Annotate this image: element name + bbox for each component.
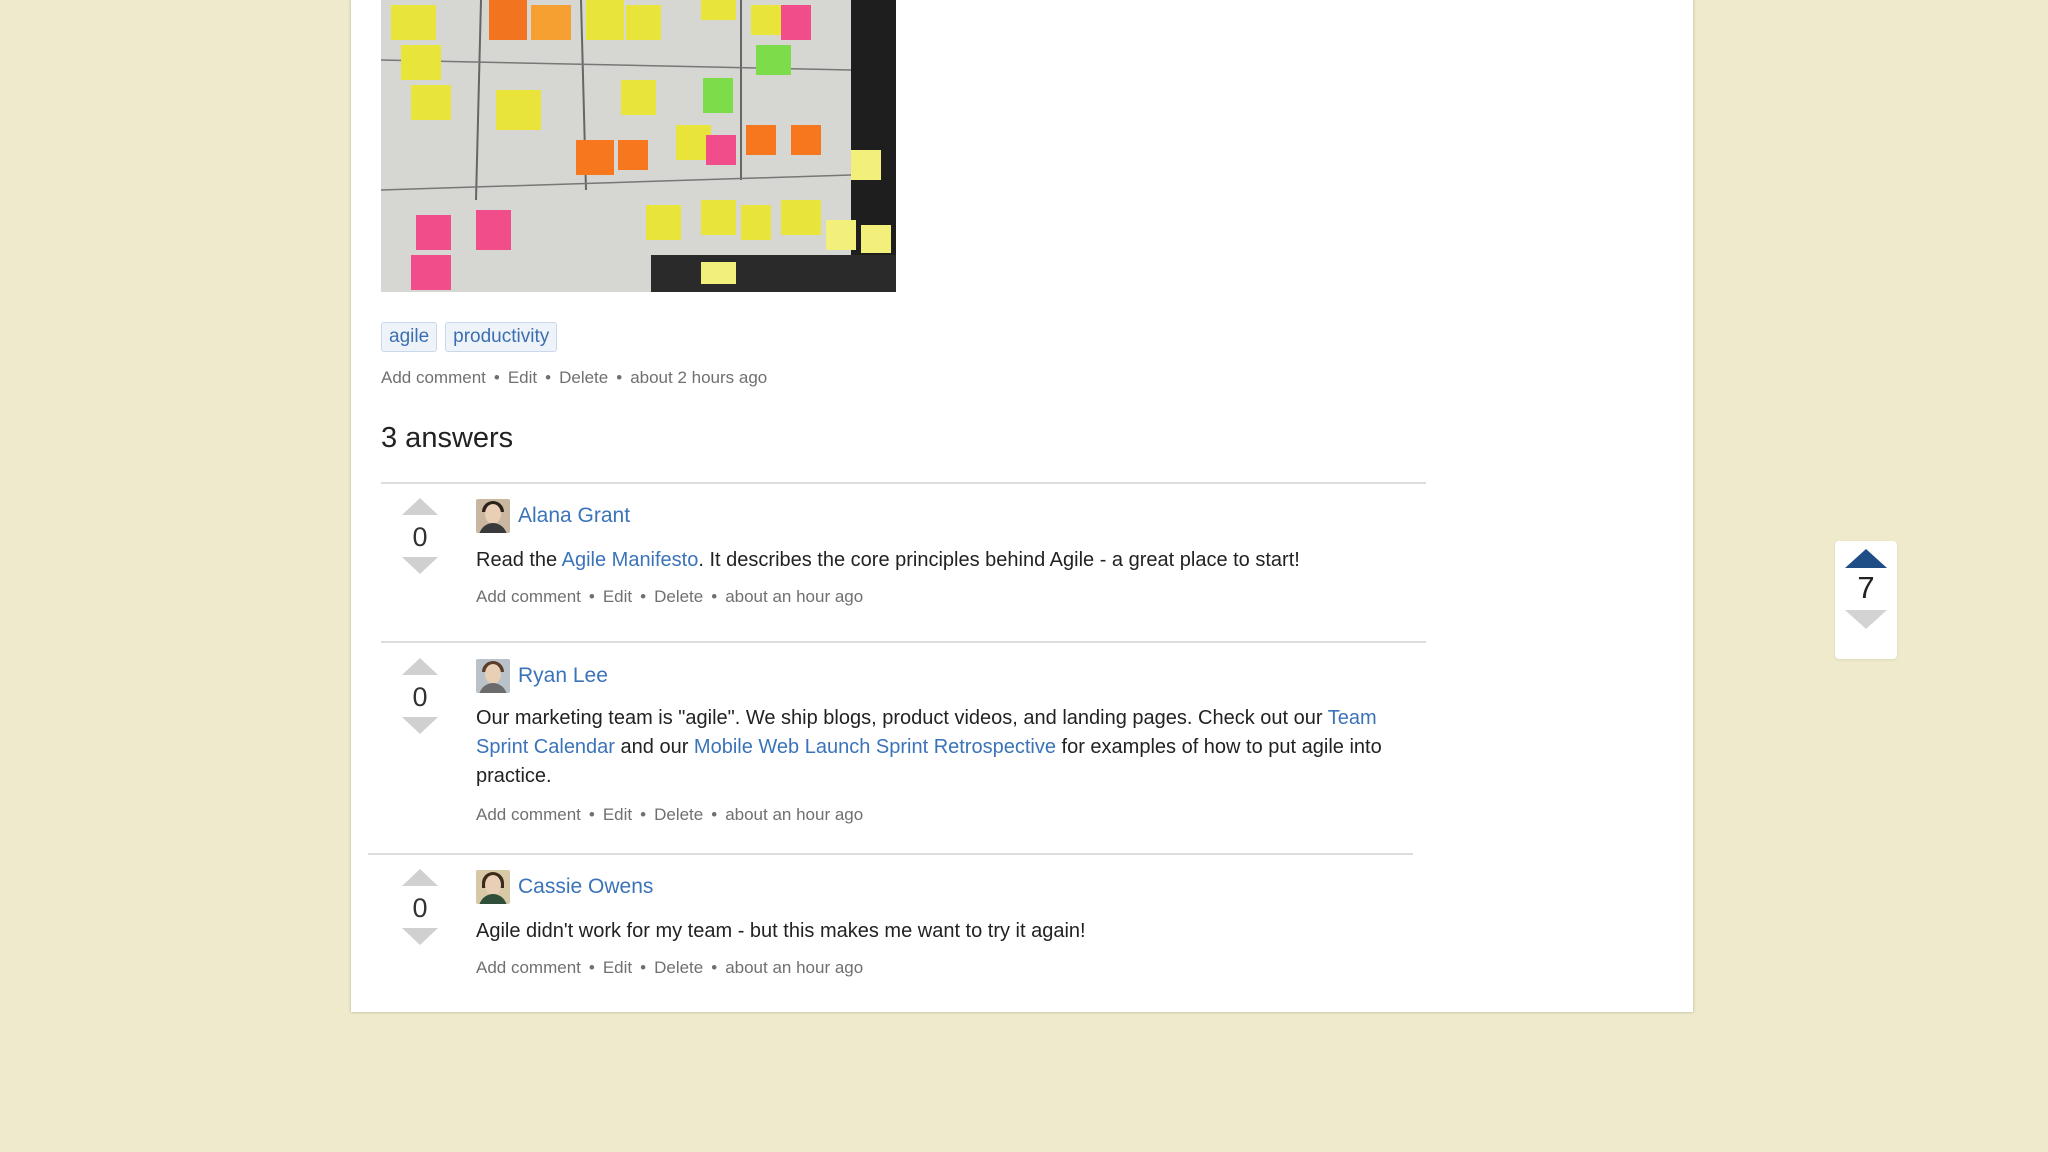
separator-dot: • xyxy=(640,805,647,824)
upvote-icon[interactable] xyxy=(402,658,438,675)
vote-count: 0 xyxy=(412,893,428,923)
answer-text-segment: and our xyxy=(614,736,694,758)
answer-text: Agile didn't work for my team - but this… xyxy=(476,920,1086,942)
timestamp: about 2 hours ago xyxy=(630,368,768,387)
downvote-icon[interactable] xyxy=(402,928,438,945)
separator-dot: • xyxy=(616,368,623,387)
answer-author: Ryan Lee xyxy=(476,658,1426,694)
answer-text-segment: . It describes the core principles behin… xyxy=(698,549,1300,571)
tag-list: agile productivity xyxy=(381,322,558,352)
tag-productivity[interactable]: productivity xyxy=(445,322,558,352)
separator-dot: • xyxy=(588,958,595,977)
answer-meta: Add comment • Edit • Delete • about an h… xyxy=(476,958,1426,978)
vote-count: 0 xyxy=(412,682,428,712)
avatar-shoulders xyxy=(479,894,507,904)
separator-dot: • xyxy=(711,587,718,606)
question-image xyxy=(381,0,896,292)
avatar[interactable] xyxy=(476,659,510,693)
downvote-icon[interactable] xyxy=(402,557,438,574)
add-comment-link[interactable]: Add comment xyxy=(381,368,486,388)
separator-dot: • xyxy=(545,368,552,387)
avatar-face xyxy=(485,664,501,684)
avatar-face xyxy=(485,875,501,895)
answer-author: Alana Grant xyxy=(476,498,1426,534)
separator-dot: • xyxy=(640,958,647,977)
answer-meta: Add comment • Edit • Delete • about an h… xyxy=(476,587,1426,607)
answer-text: Our marketing team is "agile". We ship b… xyxy=(476,704,1426,791)
add-comment-link[interactable]: Add comment xyxy=(476,587,581,607)
separator-dot: • xyxy=(640,587,647,606)
avatar[interactable] xyxy=(476,870,510,904)
avatar[interactable] xyxy=(476,499,510,533)
delete-link[interactable]: Delete xyxy=(559,368,608,388)
author-name[interactable]: Alana Grant xyxy=(518,504,630,528)
timestamp: about an hour ago xyxy=(725,958,864,977)
divider xyxy=(381,641,1426,643)
upvote-icon[interactable] xyxy=(402,498,438,515)
question-meta: Add comment • Edit • Delete • about 2 ho… xyxy=(381,368,767,388)
answer-meta: Add comment • Edit • Delete • about an h… xyxy=(476,805,1426,825)
answer-text: Read the Agile Manifesto. It describes t… xyxy=(476,546,1426,575)
downvote-icon[interactable] xyxy=(1845,610,1887,629)
tag-agile[interactable]: agile xyxy=(381,322,438,352)
avatar-face xyxy=(485,504,501,524)
delete-link[interactable]: Delete xyxy=(654,587,703,607)
upvote-icon[interactable] xyxy=(1845,549,1887,568)
edit-link[interactable]: Edit xyxy=(508,368,537,388)
avatar-shoulders xyxy=(479,523,507,533)
answer-text-segment: Read the xyxy=(476,549,562,571)
author-name[interactable]: Cassie Owens xyxy=(518,875,653,899)
timestamp: about an hour ago xyxy=(725,805,864,824)
agile-manifesto-link[interactable]: Agile Manifesto xyxy=(562,549,699,571)
vote-count: 0 xyxy=(412,522,428,552)
delete-link[interactable]: Delete xyxy=(654,958,703,978)
question-vote-widget: 7 xyxy=(1835,541,1897,659)
mobile-web-launch-retrospective-link[interactable]: Mobile Web Launch Sprint Retrospective xyxy=(694,736,1056,758)
edit-link[interactable]: Edit xyxy=(603,805,632,825)
separator-dot: • xyxy=(493,368,500,387)
vote-control: 0 xyxy=(381,498,459,574)
delete-link[interactable]: Delete xyxy=(654,805,703,825)
author-name[interactable]: Ryan Lee xyxy=(518,664,608,688)
divider xyxy=(368,853,1413,855)
separator-dot: • xyxy=(711,805,718,824)
upvote-icon[interactable] xyxy=(402,869,438,886)
answer-body: Cassie Owens Agile didn't work for my te… xyxy=(476,869,1426,978)
answer-body: Alana Grant Read the Agile Manifesto. It… xyxy=(476,498,1426,607)
avatar-shoulders xyxy=(479,683,507,693)
answer-body: Ryan Lee Our marketing team is "agile". … xyxy=(476,658,1426,825)
add-comment-link[interactable]: Add comment xyxy=(476,958,581,978)
question-page: agile productivity Add comment • Edit • … xyxy=(351,0,1693,1012)
separator-dot: • xyxy=(711,958,718,977)
separator-dot: • xyxy=(588,587,595,606)
whiteboard-photo xyxy=(381,0,896,292)
edit-link[interactable]: Edit xyxy=(603,587,632,607)
edit-link[interactable]: Edit xyxy=(603,958,632,978)
answer-text-segment: Our marketing team is "agile". We ship b… xyxy=(476,707,1328,729)
downvote-icon[interactable] xyxy=(402,717,438,734)
divider xyxy=(381,482,1426,484)
vote-control: 0 xyxy=(381,869,459,945)
add-comment-link[interactable]: Add comment xyxy=(476,805,581,825)
vote-control: 0 xyxy=(381,658,459,734)
separator-dot: • xyxy=(588,805,595,824)
answer-author: Cassie Owens xyxy=(476,869,1426,905)
question-vote-count: 7 xyxy=(1857,570,1875,605)
answers-heading: 3 answers xyxy=(381,422,514,454)
timestamp: about an hour ago xyxy=(725,587,864,606)
